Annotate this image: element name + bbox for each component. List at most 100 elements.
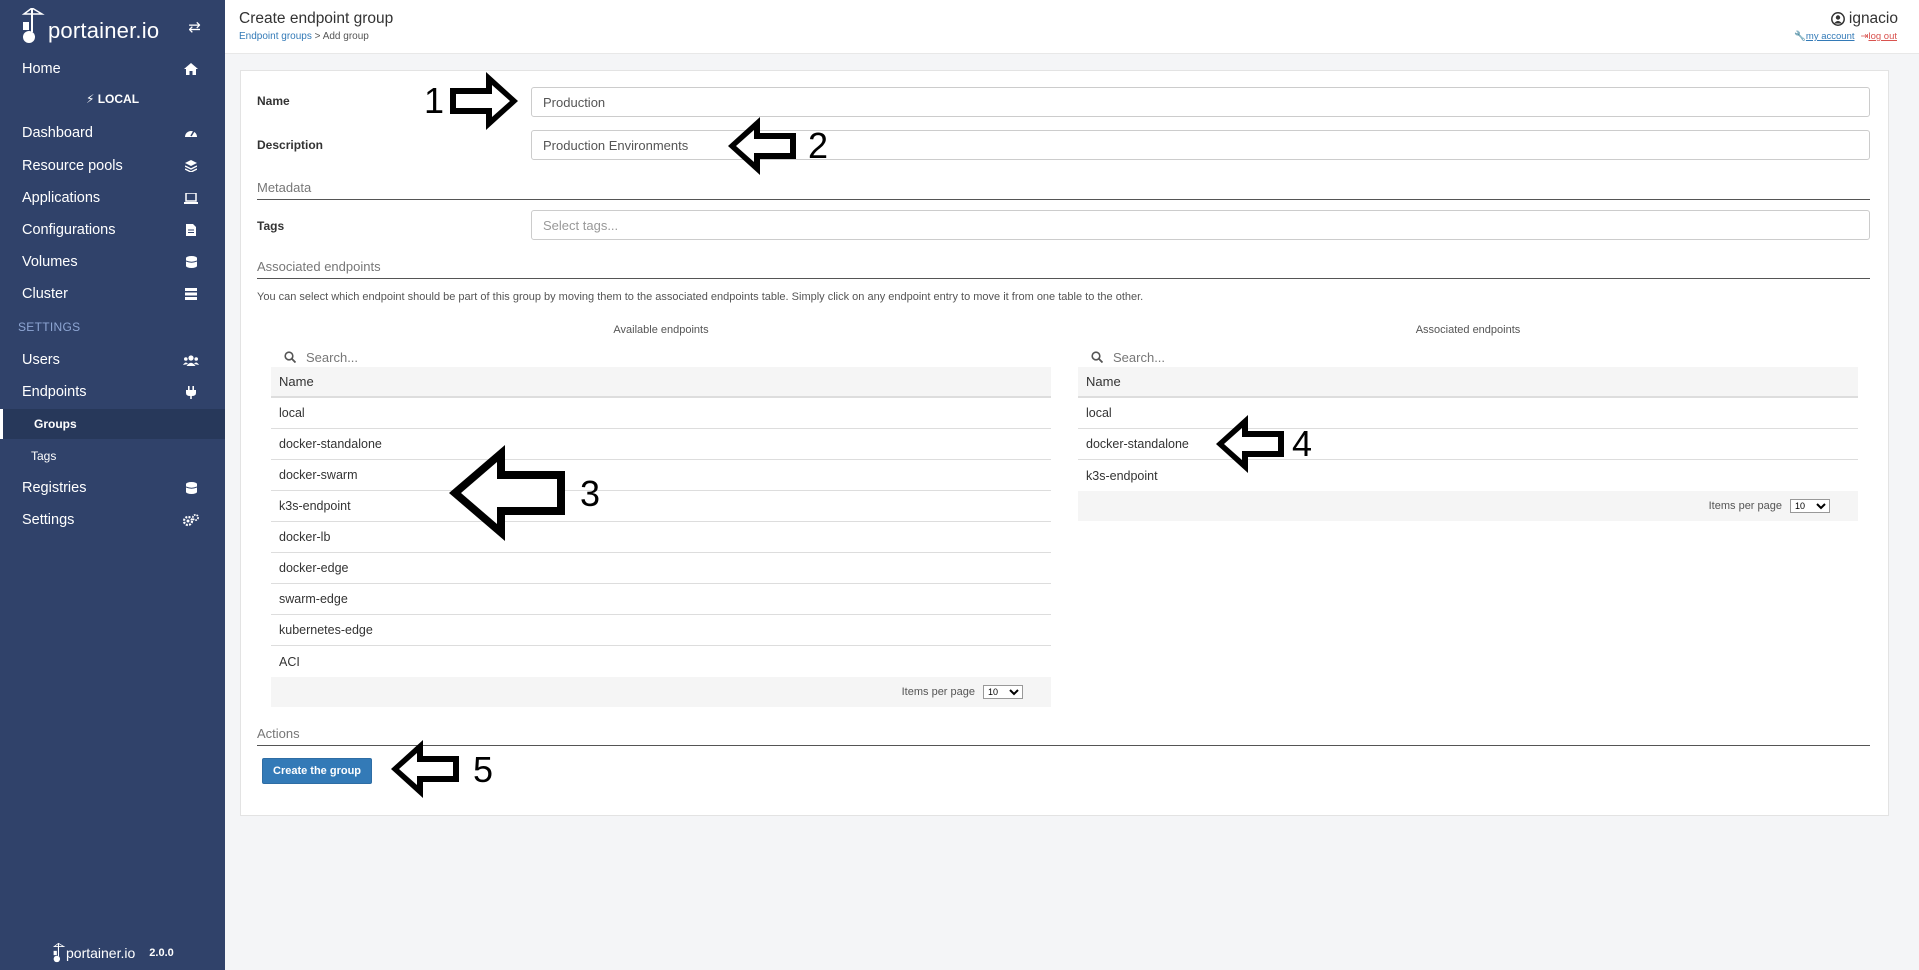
table-row[interactable]: k3s-endpoint (271, 491, 1051, 522)
sidebar-item-resource-pools[interactable]: Resource pools (0, 150, 225, 182)
sidebar-item-applications[interactable]: Applications (0, 182, 225, 214)
callout-number: 1 (424, 80, 445, 121)
callout-arrow-left-icon (449, 445, 565, 541)
associated-section-title: Associated endpoints (257, 259, 1870, 279)
sidebar-item-users[interactable]: Users (0, 344, 225, 376)
search-icon (284, 351, 296, 363)
laptop-icon (183, 192, 199, 204)
sidebar-item-label: Registries (22, 480, 87, 496)
associated-search (1078, 345, 1858, 369)
table-row[interactable]: docker-standalone (271, 429, 1051, 460)
table-row[interactable]: local (1078, 398, 1858, 429)
sidebar-item-cluster[interactable]: Cluster (0, 278, 225, 310)
sidebar-item-label: Endpoints (22, 384, 87, 400)
sidebar-item-settings[interactable]: Settings (0, 504, 225, 536)
available-endpoints-table: Name local docker-standalone docker-swar… (271, 367, 1051, 707)
sidebar-item-label: Home (22, 61, 61, 77)
callout-number: 5 (473, 749, 494, 790)
sidebar: portainer.io ⇄ Home ⚡ LOCAL Dashboard Re… (0, 0, 225, 970)
user-menu: ignacio (1830, 10, 1898, 28)
sidebar-subitem-tags[interactable]: Tags (0, 441, 225, 471)
settings-section-title: SETTINGS (18, 320, 81, 334)
table-header-name[interactable]: Name (271, 367, 1051, 398)
sidebar-item-label: Resource pools (22, 158, 123, 174)
server-icon (183, 288, 199, 300)
associated-search-input[interactable] (1113, 349, 1513, 365)
table-row[interactable]: ACI (271, 646, 1051, 677)
breadcrumb: Endpoint groups > Add group (239, 31, 369, 42)
items-per-page-label: Items per page (901, 686, 975, 698)
sidebar-item-registries[interactable]: Registries (0, 472, 225, 504)
username: ignacio (1848, 10, 1898, 27)
user-links: 🔧my account ⇥log out (1794, 31, 1897, 42)
items-per-page-select[interactable]: 10 (983, 685, 1023, 699)
available-table-footer: Items per page 10 (271, 677, 1051, 707)
portainer-logo[interactable]: portainer.io (20, 8, 159, 44)
items-per-page-select[interactable]: 10 (1790, 499, 1830, 513)
available-search-input[interactable] (306, 349, 706, 365)
database-icon (183, 256, 199, 268)
table-row[interactable]: local (271, 398, 1051, 429)
table-row[interactable]: k3s-endpoint (1078, 460, 1858, 491)
callout-number: 2 (808, 125, 829, 166)
tachometer-icon (183, 127, 199, 139)
name-label: Name (257, 94, 290, 108)
name-input[interactable] (531, 87, 1870, 117)
table-row[interactable]: docker-edge (271, 553, 1051, 584)
footer-brand: portainer.io (66, 945, 136, 961)
search-icon (1091, 351, 1103, 363)
sidebar-item-label: Users (22, 352, 60, 368)
users-icon (183, 354, 199, 366)
home-icon (183, 63, 199, 75)
available-search (271, 345, 1051, 369)
callout-number: 4 (1292, 423, 1313, 464)
table-row[interactable]: docker-swarm (271, 460, 1051, 491)
file-icon (183, 224, 199, 236)
create-group-button[interactable]: Create the group (262, 758, 373, 784)
help-text: You can select which endpoint should be … (257, 291, 1144, 303)
sidebar-subitem-groups[interactable]: Groups (0, 409, 225, 439)
sidebar-item-label: Configurations (22, 222, 116, 238)
table-row[interactable]: kubernetes-edge (271, 615, 1051, 646)
plug-icon: ⚡ (85, 92, 95, 106)
my-account-link[interactable]: my account (1806, 31, 1855, 42)
version-label: 2.0.0 (149, 947, 174, 959)
breadcrumb-current: > Add group (314, 31, 369, 42)
available-endpoints-caption: Available endpoints (613, 324, 709, 336)
sidebar-footer: portainer.io 2.0.0 (52, 942, 174, 964)
brand: portainer.io ⇄ (0, 0, 225, 52)
callout-arrow-right-icon (450, 72, 518, 130)
sidebar-item-label: Applications (22, 190, 101, 206)
table-header-name[interactable]: Name (1078, 367, 1858, 398)
callout-arrow-left-icon (391, 740, 459, 798)
log-out-link[interactable]: log out (1868, 31, 1897, 42)
toggle-arrows-icon[interactable]: ⇄ (188, 18, 201, 36)
tags-label: Tags (257, 219, 285, 233)
sidebar-item-volumes[interactable]: Volumes (0, 246, 225, 278)
plug-icon (183, 385, 199, 399)
sidebar-item-dashboard[interactable]: Dashboard (0, 117, 225, 149)
table-row[interactable]: swarm-edge (271, 584, 1051, 615)
sidebar-item-label: Dashboard (22, 125, 93, 141)
associated-table-footer: Items per page 10 (1078, 491, 1858, 521)
database-icon (183, 482, 199, 494)
page-title: Create endpoint group (239, 10, 394, 27)
sidebar-item-label: Settings (22, 512, 75, 528)
description-label: Description (257, 138, 324, 152)
user-circle-icon (1830, 12, 1845, 26)
sidebar-item-endpoints[interactable]: Endpoints (0, 376, 225, 408)
endpoint-name: ⚡ LOCAL (85, 92, 140, 106)
breadcrumb-endpoint-groups-link[interactable]: Endpoint groups (239, 31, 312, 42)
sidebar-item-home[interactable]: Home (0, 53, 225, 85)
tags-select[interactable] (531, 210, 1870, 240)
sidebar-item-label: Cluster (22, 286, 68, 302)
sidebar-item-configurations[interactable]: Configurations (0, 214, 225, 246)
items-per-page-label: Items per page (1708, 500, 1782, 512)
page-header: Create endpoint group Endpoint groups > … (225, 0, 1919, 54)
table-row[interactable]: docker-lb (271, 522, 1051, 553)
table-row[interactable]: docker-standalone (1078, 429, 1858, 460)
metadata-section-title: Metadata (257, 180, 1870, 200)
callout-number: 3 (580, 473, 601, 514)
sidebar-item-label: Volumes (22, 254, 78, 270)
callout-arrow-left-icon (728, 117, 796, 175)
